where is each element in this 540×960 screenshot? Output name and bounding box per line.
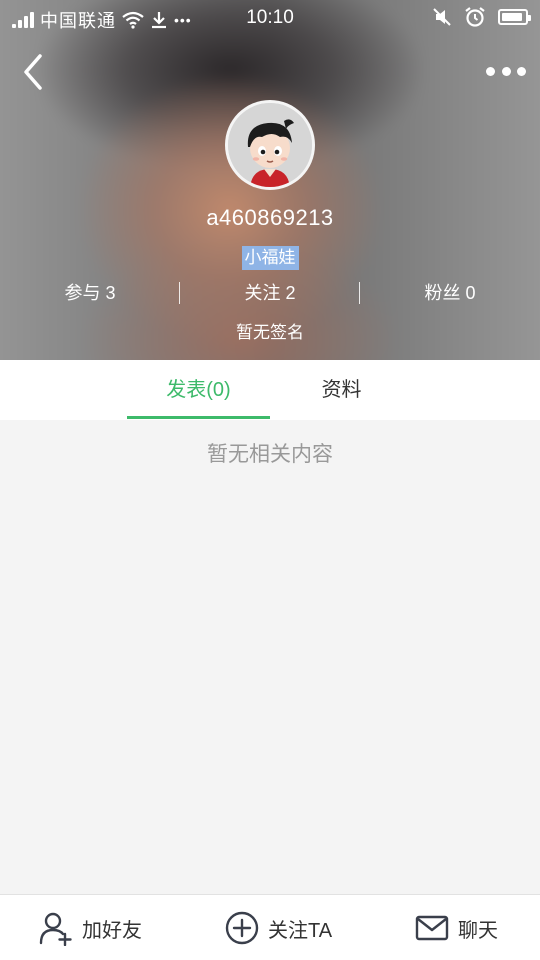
add-user-icon xyxy=(39,912,72,946)
more-dots-icon xyxy=(486,66,495,76)
chat-label: 聊天 xyxy=(458,919,498,942)
avatar[interactable] xyxy=(225,100,315,190)
stats-divider xyxy=(359,282,360,304)
stats-divider xyxy=(179,282,180,304)
cartoon-boy-avatar xyxy=(228,103,312,187)
bottom-action-bar: 加好友 关注TA 聊天 xyxy=(0,894,540,960)
battery-icon xyxy=(498,9,531,25)
add-friend-button[interactable]: 加好友 xyxy=(38,895,142,960)
status-bar: 中国联通 ••• 10:10 xyxy=(0,0,540,38)
tab-info[interactable]: 资料 xyxy=(270,360,413,420)
username: a460869213 xyxy=(206,205,334,230)
follow-button[interactable]: 关注TA xyxy=(224,895,332,960)
chat-button[interactable]: 聊天 xyxy=(414,895,498,960)
mute-icon xyxy=(433,8,451,26)
profile-stats: 参与 3 关注 2 粉丝 0 xyxy=(0,280,540,306)
plus-circle-icon xyxy=(225,911,259,945)
level-badge: 小福娃 xyxy=(241,246,299,270)
chevron-left-icon xyxy=(24,54,42,90)
profile-header: 中国联通 ••• 10:10 a460869213 小福娃 参与 3 关注 2 … xyxy=(0,0,540,360)
stat-participation[interactable]: 参与 3 xyxy=(0,280,180,306)
back-button[interactable] xyxy=(18,52,52,92)
follow-label: 关注TA xyxy=(268,919,333,942)
empty-state-text: 暂无相关内容 xyxy=(207,443,333,466)
tab-posts[interactable]: 发表(0) xyxy=(127,360,270,420)
add-friend-label: 加好友 xyxy=(82,919,142,942)
signature: 暂无签名 xyxy=(236,323,304,342)
more-button[interactable] xyxy=(486,56,526,86)
stat-followers[interactable]: 粉丝 0 xyxy=(360,280,540,306)
active-tab-indicator xyxy=(127,416,270,419)
tab-bar: 发表(0) 资料 xyxy=(0,360,540,420)
mail-icon xyxy=(415,915,449,941)
stat-following[interactable]: 关注 2 xyxy=(180,280,360,306)
alarm-icon xyxy=(465,7,485,27)
